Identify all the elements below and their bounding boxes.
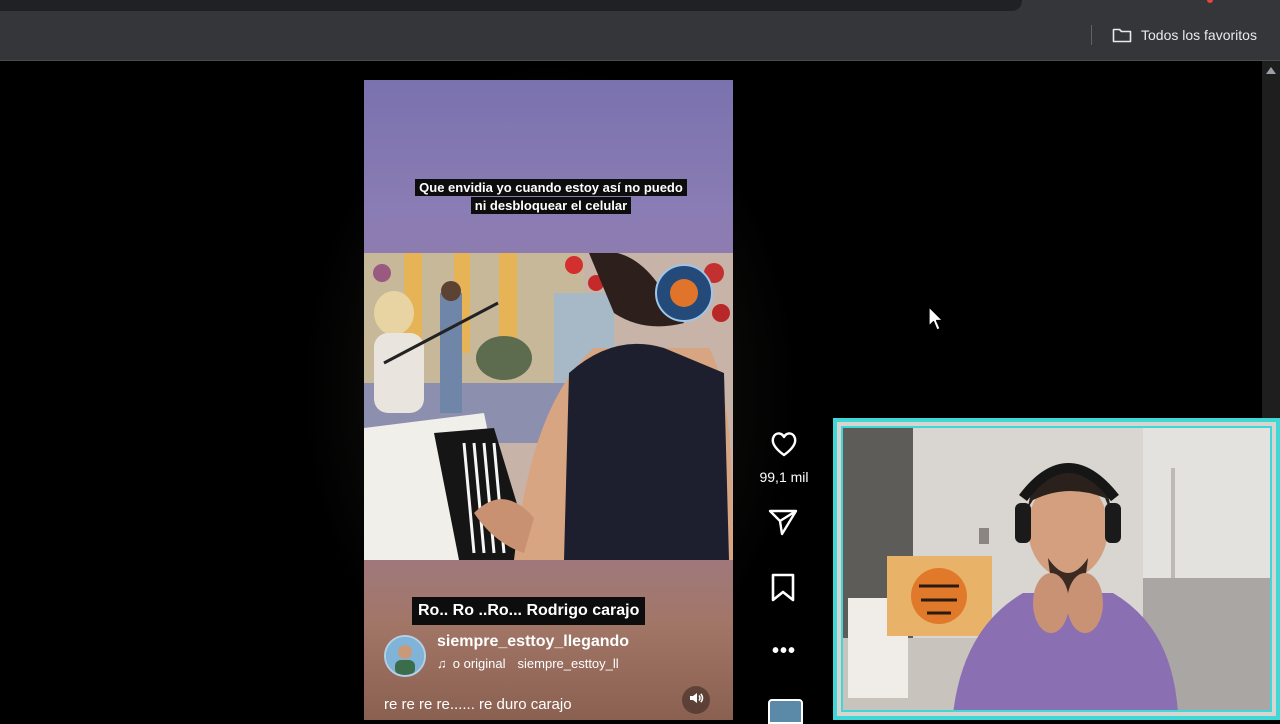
bookmarks-bar: Todos los favoritos xyxy=(0,11,1280,61)
author-avatar[interactable] xyxy=(384,635,426,677)
like-button[interactable]: 99,1 mil xyxy=(758,430,810,485)
audio-track[interactable]: ♫ o original siempre_esttoy_ll xyxy=(437,656,619,671)
all-bookmarks-button[interactable]: Todos los favoritos xyxy=(1112,24,1257,46)
scroll-up-icon[interactable] xyxy=(1266,67,1276,74)
heart-icon xyxy=(769,430,799,463)
audio-creator: siempre_esttoy_ll xyxy=(517,656,619,671)
mouse-cursor-icon xyxy=(928,306,944,337)
video-caption-top: Que envidia yo cuando estoy así no puedo… xyxy=(410,179,692,215)
more-options-button[interactable]: ••• xyxy=(772,640,796,663)
send-icon xyxy=(767,507,799,542)
video-description: re re re re...... re duro carajo xyxy=(384,696,572,713)
folder-icon xyxy=(1112,27,1132,43)
bookmark-icon xyxy=(770,573,796,608)
music-note-icon: ♫ xyxy=(437,656,447,671)
speaker-icon xyxy=(688,690,704,711)
mute-button[interactable] xyxy=(682,686,710,714)
save-button[interactable] xyxy=(770,573,796,608)
video-player[interactable]: Que envidia yo cuando estoy así no puedo… xyxy=(364,80,733,720)
video-scene xyxy=(364,253,733,560)
streamer-webcam-overlay xyxy=(833,418,1280,720)
active-tab[interactable] xyxy=(0,0,1022,11)
all-bookmarks-label: Todos los favoritos xyxy=(1141,27,1257,43)
like-count: 99,1 mil xyxy=(759,469,809,485)
next-video-thumbnail[interactable] xyxy=(768,699,803,724)
bookmarks-separator xyxy=(1091,25,1092,45)
author-username[interactable]: siempre_esttoy_llegando xyxy=(437,633,629,651)
more-icon: ••• xyxy=(772,640,797,662)
audio-title: o original xyxy=(452,656,506,671)
tab-strip xyxy=(0,0,1280,11)
video-caption-bottom: Ro.. Ro ..Ro... Rodrigo carajo xyxy=(412,597,646,625)
recording-indicator xyxy=(1207,0,1213,3)
share-button[interactable] xyxy=(767,507,799,542)
webcam-frame xyxy=(841,426,1272,712)
video-caption-top-text: Que envidia yo cuando estoy así no puedo… xyxy=(415,179,687,214)
